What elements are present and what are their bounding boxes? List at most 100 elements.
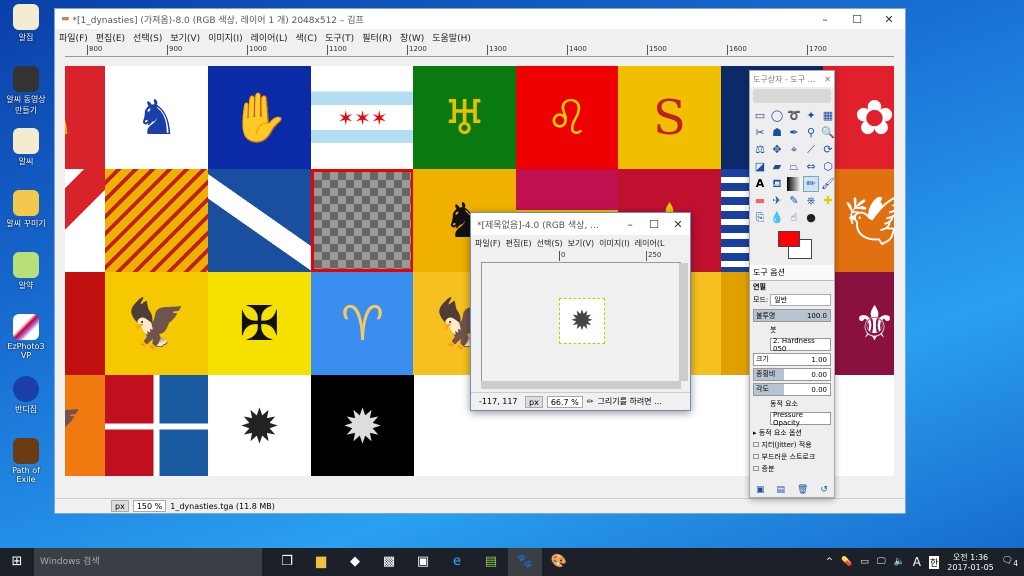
minimize-button[interactable]: – xyxy=(618,218,642,231)
measure-icon[interactable]: ⚖ xyxy=(753,143,767,157)
volume-icon[interactable]: 🔈 xyxy=(894,557,905,567)
perspective-icon[interactable]: ⏢ xyxy=(787,160,801,174)
pencil-icon[interactable]: ✏ xyxy=(803,176,819,192)
ink-icon[interactable]: ✎ xyxy=(787,194,801,208)
incremental-checkbox[interactable]: ☐ 증분 xyxy=(750,463,834,475)
menu-view[interactable]: 보기(V) xyxy=(170,31,200,44)
scissors-icon[interactable]: ✂ xyxy=(753,126,767,140)
ellipse-select-icon[interactable]: ◯ xyxy=(770,109,784,123)
cage-icon[interactable]: ⬡ xyxy=(821,160,835,174)
tab-tool-options[interactable]: 도구 옵션 xyxy=(750,265,834,281)
menu-layer[interactable]: 레이어(L xyxy=(635,238,665,249)
aspect-slider[interactable]: 종횡비 0.00 xyxy=(753,368,831,381)
language-indicator[interactable]: 한 xyxy=(929,555,940,569)
clock[interactable]: 오전 1:36 2017-01-05 xyxy=(947,552,994,572)
clone-icon[interactable]: ⎈ xyxy=(804,194,818,208)
delete-options-icon[interactable]: 🗑 xyxy=(797,485,808,495)
dodge-burn-icon[interactable]: ● xyxy=(804,211,818,225)
color-picker-icon[interactable]: ⚲ xyxy=(804,126,818,140)
search-box[interactable]: Windows 검색 xyxy=(34,548,262,576)
smooth-stroke-checkbox[interactable]: ☐ 부드러운 스트로크 xyxy=(750,451,834,463)
opacity-slider[interactable]: 불투명 100.0 xyxy=(753,309,831,322)
desktop-icon-alyac[interactable]: 알약 xyxy=(2,252,50,291)
gimp-taskbar-icon[interactable]: 🐾 xyxy=(508,548,542,576)
file-explorer-icon[interactable]: ▆ xyxy=(304,548,338,576)
lasso-icon[interactable]: ➰ xyxy=(787,109,801,123)
sub-canvas[interactable]: ✹ xyxy=(481,263,678,381)
horizontal-ruler[interactable]: 800 900 1000 1100 1200 1300 1400 1500 16… xyxy=(65,45,894,57)
pill-icon[interactable]: 💊 xyxy=(841,557,852,567)
untitled-image-window[interactable]: *[제목없음]-4.0 (RGB 색상, ... – ☐ ✕ 파일(F) 편집(E)… xyxy=(470,212,691,411)
app-icon[interactable]: ◆ xyxy=(338,548,372,576)
save-options-icon[interactable]: ▣ xyxy=(756,485,765,495)
notification-icon[interactable]: 🗨4 xyxy=(1002,556,1018,568)
desktop-icon-alzip[interactable]: 알집 xyxy=(2,4,50,43)
rotate-icon[interactable]: ⟳ xyxy=(821,143,835,157)
menu-select[interactable]: 선택(S) xyxy=(133,31,162,44)
perspective-clone-icon[interactable]: ⎘ xyxy=(753,211,767,225)
title-bar[interactable]: ▬ *[1_dynasties] (가져옴)-8.0 (RGB 색상, 레이어 … xyxy=(55,9,905,29)
close-button[interactable]: ✕ xyxy=(873,13,905,26)
desktop-icon-ezphoto[interactable]: EzPhoto3 VP xyxy=(2,314,50,360)
desktop-icon-path-of-exile[interactable]: Path of Exile xyxy=(2,438,50,484)
mode-select[interactable]: 일반 xyxy=(770,294,831,306)
menu-edit[interactable]: 편집(E) xyxy=(506,238,532,249)
desktop-icon-bandizip[interactable]: 반디집 xyxy=(2,376,50,415)
app-icon[interactable]: ▤ xyxy=(474,548,508,576)
task-view-icon[interactable]: ❐ xyxy=(270,548,304,576)
desktop-icon-alsee-video[interactable]: 알씨 동영상 만들기 xyxy=(2,66,50,116)
horizontal-scrollbar[interactable] xyxy=(481,381,681,389)
jitter-checkbox[interactable]: ☐ 지터(Jitter) 적용 xyxy=(750,439,834,451)
maximize-button[interactable]: ☐ xyxy=(841,13,873,26)
toolbox-window[interactable]: 도구상자 - 도구 ... ✕ ▭ ◯ ➰ ✦ ▦ ✂ ☗ ✒ ⚲ 🔍 ⚖ ✥ ⌖ ⟋ ⟳ ◪ ▰ ⏢ ⇔ ⬡ … xyxy=(749,70,835,498)
tray-chevron-icon[interactable]: ^ xyxy=(826,557,834,567)
menu-edit[interactable]: 편집(E) xyxy=(96,31,125,44)
menu-image[interactable]: 이미지(I) xyxy=(599,238,630,249)
network-icon[interactable]: 🖵 xyxy=(877,557,886,567)
airbrush-icon[interactable]: ✈ xyxy=(770,194,784,208)
minimize-button[interactable]: – xyxy=(809,13,841,26)
crop-icon[interactable]: ⟋ xyxy=(804,143,818,157)
restore-options-icon[interactable]: ▤ xyxy=(776,485,785,495)
unit-select[interactable]: px xyxy=(111,500,129,512)
menu-filters[interactable]: 필터(R) xyxy=(362,31,392,44)
menu-image[interactable]: 이미지(I) xyxy=(208,31,243,44)
bucket-fill-icon[interactable]: ⛾ xyxy=(770,177,784,191)
vertical-scrollbar[interactable] xyxy=(679,263,688,381)
foreground-select-icon[interactable]: ☗ xyxy=(770,126,784,140)
dynamics-select[interactable]: Pressure Opacity xyxy=(770,411,831,427)
rect-select-icon[interactable]: ▭ xyxy=(753,109,767,123)
close-button[interactable]: ✕ xyxy=(666,218,690,231)
blur-icon[interactable]: 💧 xyxy=(770,211,784,225)
size-slider[interactable]: 크기 1.00 xyxy=(753,353,831,366)
menu-layer[interactable]: 레이어(L) xyxy=(251,31,288,44)
zoom-select[interactable]: 150 % xyxy=(132,500,167,512)
zoom-select[interactable]: 66.7 % xyxy=(546,395,583,408)
menu-select[interactable]: 선택(S) xyxy=(537,238,563,249)
app-icon[interactable]: ▩ xyxy=(372,548,406,576)
menu-tools[interactable]: 도구(T) xyxy=(325,31,354,44)
fuzzy-select-icon[interactable]: ✦ xyxy=(804,109,818,123)
paint-icon[interactable]: 🎨 xyxy=(542,548,576,576)
heal-icon[interactable]: ✚ xyxy=(821,194,835,208)
internet-explorer-icon[interactable]: e xyxy=(440,548,474,576)
start-button[interactable]: ⊞ xyxy=(0,548,34,576)
menu-view[interactable]: 보기(V) xyxy=(568,238,594,249)
dynamics-options-expander[interactable]: ▸ 동적 요소 옵션 xyxy=(750,427,834,439)
ime-indicator[interactable]: A xyxy=(913,555,921,569)
flip-icon[interactable]: ⇔ xyxy=(804,160,818,174)
menu-colors[interactable]: 색(C) xyxy=(296,31,318,44)
text-icon[interactable]: A xyxy=(753,177,767,191)
menu-file[interactable]: 파일(F) xyxy=(475,238,501,249)
gradient-icon[interactable] xyxy=(787,177,801,191)
toolbox-title-bar[interactable]: 도구상자 - 도구 ... ✕ xyxy=(750,71,834,87)
sub-title-bar[interactable]: *[제목없음]-4.0 (RGB 색상, ... – ☐ ✕ xyxy=(471,213,690,235)
zoom-icon[interactable]: 🔍 xyxy=(821,126,835,140)
desktop-icon-alsee[interactable]: 알씨 xyxy=(2,128,50,167)
brush-select[interactable]: 2. Hardness 050 xyxy=(770,337,831,353)
reset-options-icon[interactable]: ↺ xyxy=(820,485,828,495)
color-select-icon[interactable]: ▦ xyxy=(821,109,835,123)
app-icon[interactable]: ▣ xyxy=(406,548,440,576)
menu-windows[interactable]: 창(W) xyxy=(400,31,424,44)
eraser-icon[interactable]: ▬ xyxy=(753,194,767,208)
